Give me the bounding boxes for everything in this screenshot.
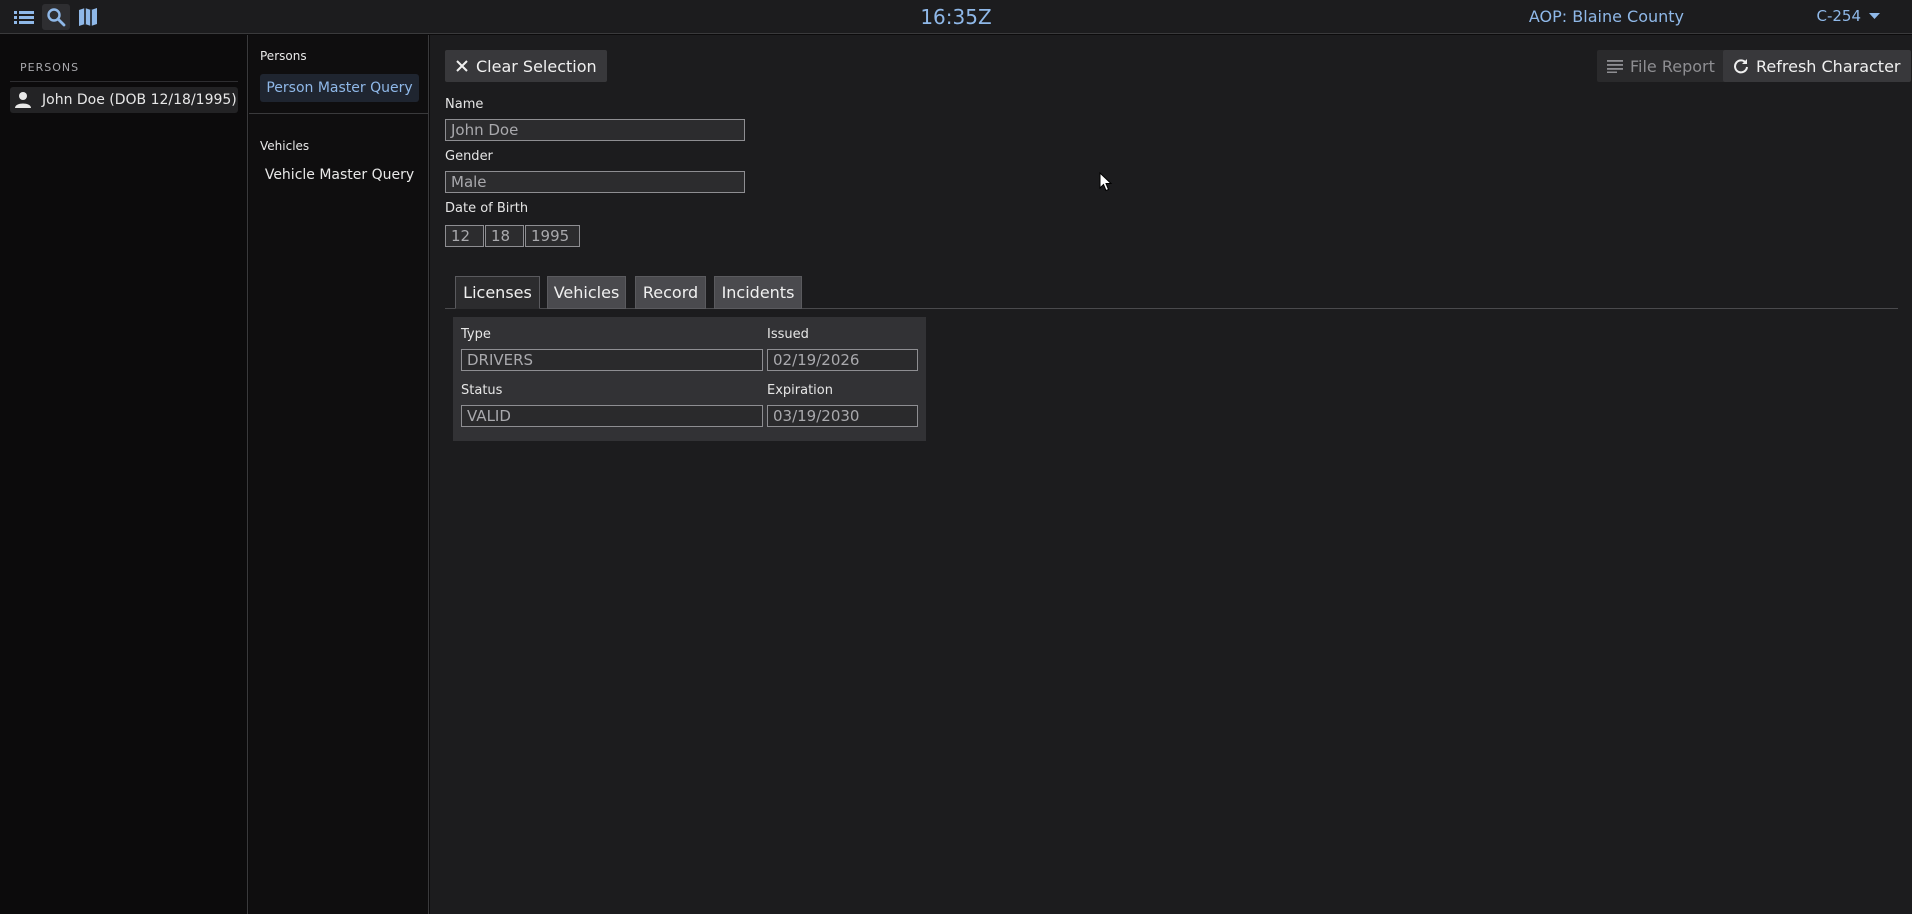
- clear-selection-button[interactable]: Clear Selection: [445, 50, 607, 82]
- persons-section-label: PERSONS: [20, 61, 80, 74]
- refresh-character-label: Refresh Character: [1756, 56, 1901, 76]
- caret-down-icon: [1869, 13, 1880, 19]
- sidebar-person-item[interactable]: John Doe (DOB 12/18/1995): [10, 87, 238, 113]
- persons-heading: Persons: [260, 49, 307, 63]
- notes-icon: [1607, 60, 1623, 73]
- license-type-field[interactable]: DRIVERS: [461, 349, 763, 371]
- menu-divider: [249, 113, 429, 114]
- name-label: Name: [445, 97, 484, 112]
- vehicle-master-query-item[interactable]: Vehicle Master Query: [260, 161, 419, 189]
- sidebar: PERSONS John Doe (DOB 12/18/1995): [0, 35, 248, 914]
- license-issued-field[interactable]: 02/19/2026: [767, 349, 918, 371]
- file-report-button[interactable]: File Report: [1597, 50, 1725, 82]
- license-expiration-field[interactable]: 03/19/2030: [767, 405, 918, 427]
- close-icon: [456, 60, 468, 72]
- tab-record[interactable]: Record: [635, 276, 706, 309]
- license-status-field[interactable]: VALID: [461, 405, 763, 427]
- unit-label: C-254: [1816, 7, 1861, 25]
- tab-incidents[interactable]: Incidents: [714, 276, 802, 309]
- clear-selection-label: Clear Selection: [476, 56, 597, 76]
- license-issued-label: Issued: [767, 327, 809, 342]
- sidebar-person-label: John Doe (DOB 12/18/1995): [42, 92, 237, 108]
- refresh-icon: [1734, 59, 1748, 74]
- tab-licenses[interactable]: Licenses: [455, 276, 540, 309]
- file-report-label: File Report: [1630, 56, 1715, 76]
- name-field[interactable]: John Doe: [445, 119, 745, 141]
- person-master-query-item[interactable]: Person Master Query: [260, 74, 419, 102]
- person-icon: [15, 92, 31, 108]
- tab-vehicles[interactable]: Vehicles: [547, 276, 626, 309]
- license-type-label: Type: [461, 327, 491, 342]
- gender-label: Gender: [445, 149, 493, 164]
- vehicles-heading: Vehicles: [260, 139, 310, 153]
- main-panel: Clear Selection File Report Refresh Char…: [430, 35, 1912, 914]
- query-menu: Persons Person Master Query Vehicles Veh…: [249, 35, 429, 914]
- dob-day-field[interactable]: 18: [485, 225, 524, 247]
- gender-field[interactable]: Male: [445, 171, 745, 193]
- refresh-character-button[interactable]: Refresh Character: [1723, 50, 1911, 82]
- unit-dropdown[interactable]: C-254: [1816, 7, 1880, 25]
- license-card: Type DRIVERS Issued 02/19/2026 Status VA…: [453, 317, 926, 441]
- aop-selector[interactable]: AOP: Blaine County: [1529, 7, 1684, 26]
- sidebar-divider: [10, 81, 238, 82]
- top-bar: 16:35Z AOP: Blaine County C-254: [0, 0, 1912, 34]
- dob-month-field[interactable]: 12: [445, 225, 484, 247]
- license-expiration-label: Expiration: [767, 383, 833, 398]
- dob-label: Date of Birth: [445, 201, 529, 216]
- dob-year-field[interactable]: 1995: [525, 225, 580, 247]
- license-status-label: Status: [461, 383, 503, 398]
- mouse-cursor-icon: [1099, 172, 1113, 192]
